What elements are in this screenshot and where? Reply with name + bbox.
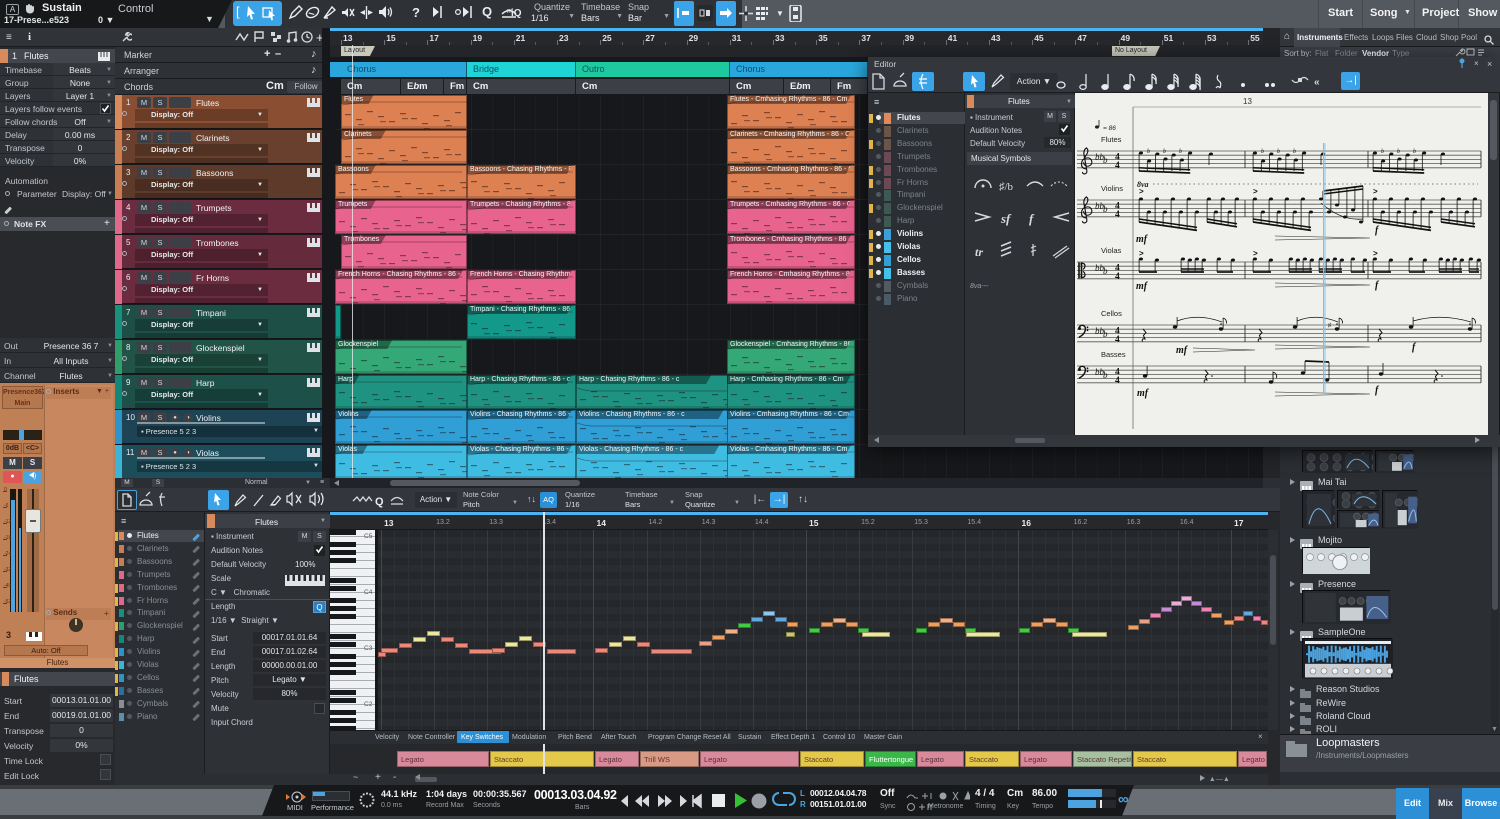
svg-text:>: > <box>1139 187 1144 196</box>
svg-text:4: 4 <box>1115 335 1120 345</box>
svg-text:mf: mf <box>1176 345 1189 356</box>
svg-text:f: f <box>1375 280 1380 291</box>
svg-text:«: « <box>1314 77 1320 88</box>
svg-text:>: > <box>1139 249 1144 258</box>
svg-text:b: b <box>1103 155 1108 165</box>
svg-text:sf: sf <box>1000 211 1012 226</box>
svg-text:b: b <box>1179 149 1182 155</box>
svg-text:Q: Q <box>375 496 384 508</box>
svg-text:>: > <box>1253 249 1258 258</box>
svg-text:4: 4 <box>1115 272 1120 282</box>
svg-text:mf: mf <box>1136 281 1149 292</box>
svg-text:Cellos: Cellos <box>1101 309 1122 318</box>
svg-text:b: b <box>1381 149 1384 155</box>
svg-text:>: > <box>1373 249 1378 258</box>
svg-text:f: f <box>1375 225 1380 236</box>
svg-text:b: b <box>1277 149 1280 155</box>
svg-text:Violas: Violas <box>1101 246 1122 255</box>
svg-text:b: b <box>1103 266 1108 276</box>
svg-text:b: b <box>1103 370 1108 380</box>
svg-text:♯/b: ♯/b <box>999 181 1014 193</box>
svg-text:b: b <box>1103 204 1108 214</box>
svg-text:b: b <box>1413 149 1416 155</box>
svg-text:13: 13 <box>1243 97 1252 106</box>
svg-text:f: f <box>1412 342 1417 353</box>
svg-text:b: b <box>1293 149 1296 155</box>
svg-text:b: b <box>1103 329 1108 339</box>
svg-text:4: 4 <box>1115 161 1120 171</box>
svg-text:Violins: Violins <box>1101 184 1123 193</box>
svg-text:tr: tr <box>975 245 983 259</box>
svg-text:mf: mf <box>1137 388 1150 399</box>
svg-text:b: b <box>1261 149 1264 155</box>
svg-text:= 86: = 86 <box>1103 125 1116 132</box>
svg-text:4: 4 <box>1115 210 1120 220</box>
svg-text:>: > <box>1373 187 1378 196</box>
svg-text:mf: mf <box>1136 234 1149 245</box>
svg-text:b: b <box>1147 149 1150 155</box>
svg-text:f: f <box>1375 385 1380 396</box>
svg-text:f: f <box>1029 211 1035 226</box>
svg-text:>: > <box>1253 187 1258 196</box>
svg-text:b: b <box>1397 149 1400 155</box>
svg-text:Flutes: Flutes <box>1101 135 1122 144</box>
svg-text:4: 4 <box>1115 376 1120 386</box>
svg-text:Basses: Basses <box>1101 350 1126 359</box>
svg-text:b: b <box>1163 149 1166 155</box>
svg-text:♯: ♯ <box>1328 322 1331 329</box>
